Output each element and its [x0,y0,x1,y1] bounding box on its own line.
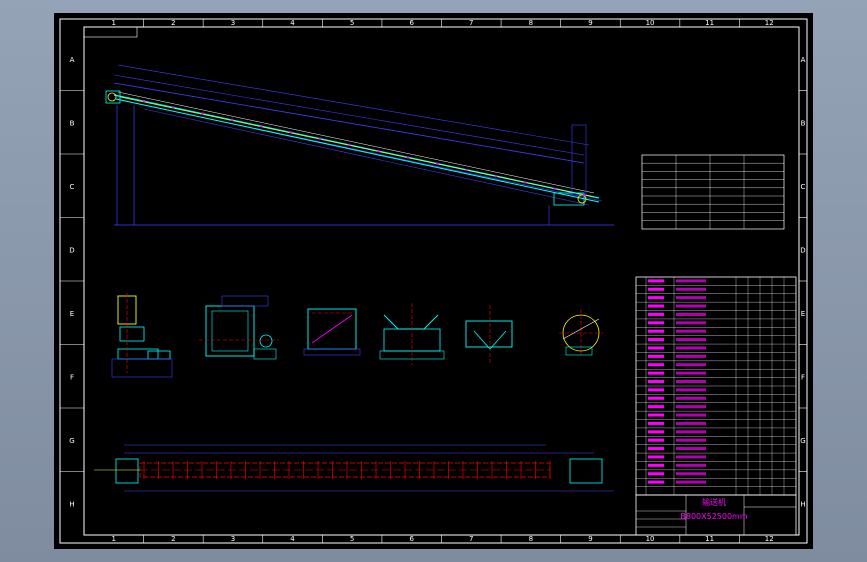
cad-viewport[interactable]: 1 1 2 2 3 3 4 4 5 5 6 6 7 7 8 8 9 9 10 10 11 11 12 12 AABBCCDDE… [0,0,867,562]
column-label: 10 [646,19,655,27]
corner-box [83,26,138,38]
row-label: C [801,183,806,191]
column-label: 9 [588,535,592,543]
column-label: 7 [469,535,473,543]
row-label: H [800,500,805,508]
bill-of-materials-table [635,276,797,496]
column-label: 4 [290,19,295,27]
row-label: E [801,310,805,318]
row-label: A [70,56,75,64]
row-label: B [801,119,806,127]
column-label: 11 [705,535,714,543]
conveyor-plan-view [94,444,614,492]
column-label: 4 [290,535,295,543]
conveyor-elevation-view [105,64,614,226]
column-label: 6 [409,19,414,27]
row-label: G [69,437,74,445]
column-label: 11 [705,19,714,27]
column-label: 1 [112,19,116,27]
column-label: 10 [646,535,655,543]
row-label: F [801,373,805,381]
column-label: 5 [350,19,354,27]
column-label: 3 [231,19,235,27]
row-label: B [70,119,75,127]
title-name: 输送机 [702,497,726,507]
row-label: F [70,373,74,381]
column-label: 2 [171,19,175,27]
row-label: D [800,246,805,254]
drawing-sheet[interactable]: 1 1 2 2 3 3 4 4 5 5 6 6 7 7 8 8 9 9 10 10 11 11 12 12 AABBCCDDE… [54,13,813,549]
drive-unit-view [111,293,173,378]
column-label: 2 [171,535,175,543]
column-label: 12 [765,535,774,543]
row-label: G [800,437,805,445]
row-label: D [69,246,74,254]
row-label: A [801,56,806,64]
column-label: 1 [112,535,116,543]
row-label: E [70,310,74,318]
column-labels: 112233445566778899101011111212 [112,19,774,543]
title-block: 输送机 B800X52500mm [635,494,797,536]
head-frame-view [199,295,279,360]
small-spec-table [641,154,785,230]
title-model: B800X52500mm [680,512,747,521]
column-label: 8 [529,19,533,27]
column-label: 12 [765,19,774,27]
column-label: 6 [409,535,414,543]
column-label: 5 [350,535,354,543]
column-label: 9 [588,19,592,27]
row-label: H [69,500,74,508]
drawing-canvas: 112233445566778899101011111212 A AB BC CD DE… [59,18,808,544]
column-label: 8 [529,535,533,543]
row-label: C [70,183,75,191]
return-idler-view [465,305,513,365]
trough-idler-view [379,303,445,365]
pulley-section-view [559,309,603,357]
column-label: 3 [231,535,235,543]
tail-frame-view [303,308,361,356]
column-label: 7 [469,19,473,27]
